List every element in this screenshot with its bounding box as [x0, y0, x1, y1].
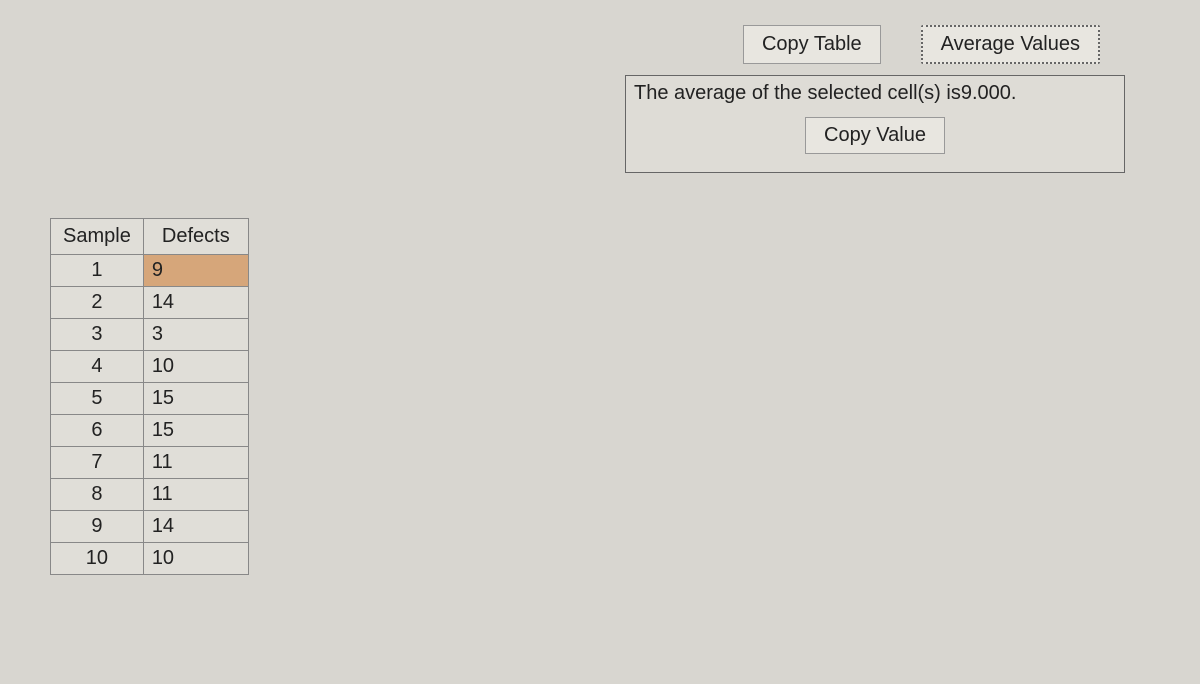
table-row[interactable]: 19	[51, 255, 249, 287]
average-values-button[interactable]: Average Values	[921, 25, 1100, 64]
cell-defects[interactable]: 3	[143, 319, 248, 351]
table-row[interactable]: 515	[51, 383, 249, 415]
result-suffix: .	[1011, 82, 1017, 104]
result-text: The average of the selected cell(s) is9.…	[634, 82, 1116, 105]
copy-table-button[interactable]: Copy Table	[743, 25, 881, 64]
cell-sample[interactable]: 10	[51, 543, 144, 575]
cell-sample[interactable]: 6	[51, 415, 144, 447]
table-header-row: Sample Defects	[51, 219, 249, 255]
result-prefix: The average of the selected cell(s) is	[634, 82, 961, 104]
cell-sample[interactable]: 8	[51, 479, 144, 511]
cell-defects[interactable]: 14	[143, 287, 248, 319]
table-row[interactable]: 410	[51, 351, 249, 383]
cell-defects[interactable]: 15	[143, 383, 248, 415]
cell-defects[interactable]: 11	[143, 479, 248, 511]
table-row[interactable]: 615	[51, 415, 249, 447]
toolbar: Copy Table Average Values	[743, 25, 1100, 64]
table-row[interactable]: 33	[51, 319, 249, 351]
cell-defects[interactable]: 15	[143, 415, 248, 447]
data-table: Sample Defects 1921433410515615711811914…	[50, 218, 249, 575]
header-sample: Sample	[51, 219, 144, 255]
cell-sample[interactable]: 1	[51, 255, 144, 287]
cell-defects[interactable]: 11	[143, 447, 248, 479]
cell-sample[interactable]: 2	[51, 287, 144, 319]
result-value: 9.000	[961, 82, 1011, 104]
table-row[interactable]: 711	[51, 447, 249, 479]
cell-sample[interactable]: 7	[51, 447, 144, 479]
table-row[interactable]: 214	[51, 287, 249, 319]
result-panel: The average of the selected cell(s) is9.…	[625, 75, 1125, 173]
cell-sample[interactable]: 3	[51, 319, 144, 351]
cell-sample[interactable]: 5	[51, 383, 144, 415]
cell-sample[interactable]: 9	[51, 511, 144, 543]
cell-defects[interactable]: 14	[143, 511, 248, 543]
cell-defects[interactable]: 9	[143, 255, 248, 287]
header-defects: Defects	[143, 219, 248, 255]
table-row[interactable]: 811	[51, 479, 249, 511]
cell-sample[interactable]: 4	[51, 351, 144, 383]
table-row[interactable]: 914	[51, 511, 249, 543]
cell-defects[interactable]: 10	[143, 351, 248, 383]
cell-defects[interactable]: 10	[143, 543, 248, 575]
table-row[interactable]: 1010	[51, 543, 249, 575]
copy-value-button[interactable]: Copy Value	[805, 117, 945, 154]
